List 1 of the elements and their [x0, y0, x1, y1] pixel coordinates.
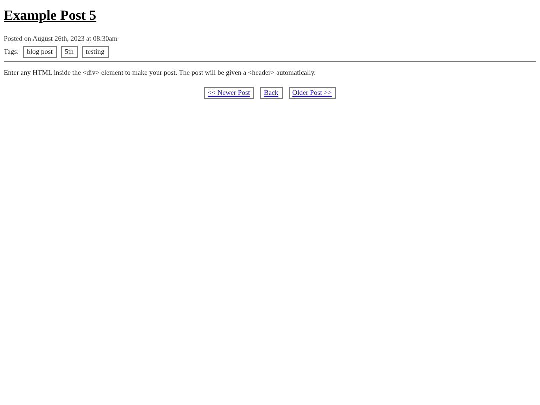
post-title: Example Post 5 [4, 9, 98, 25]
